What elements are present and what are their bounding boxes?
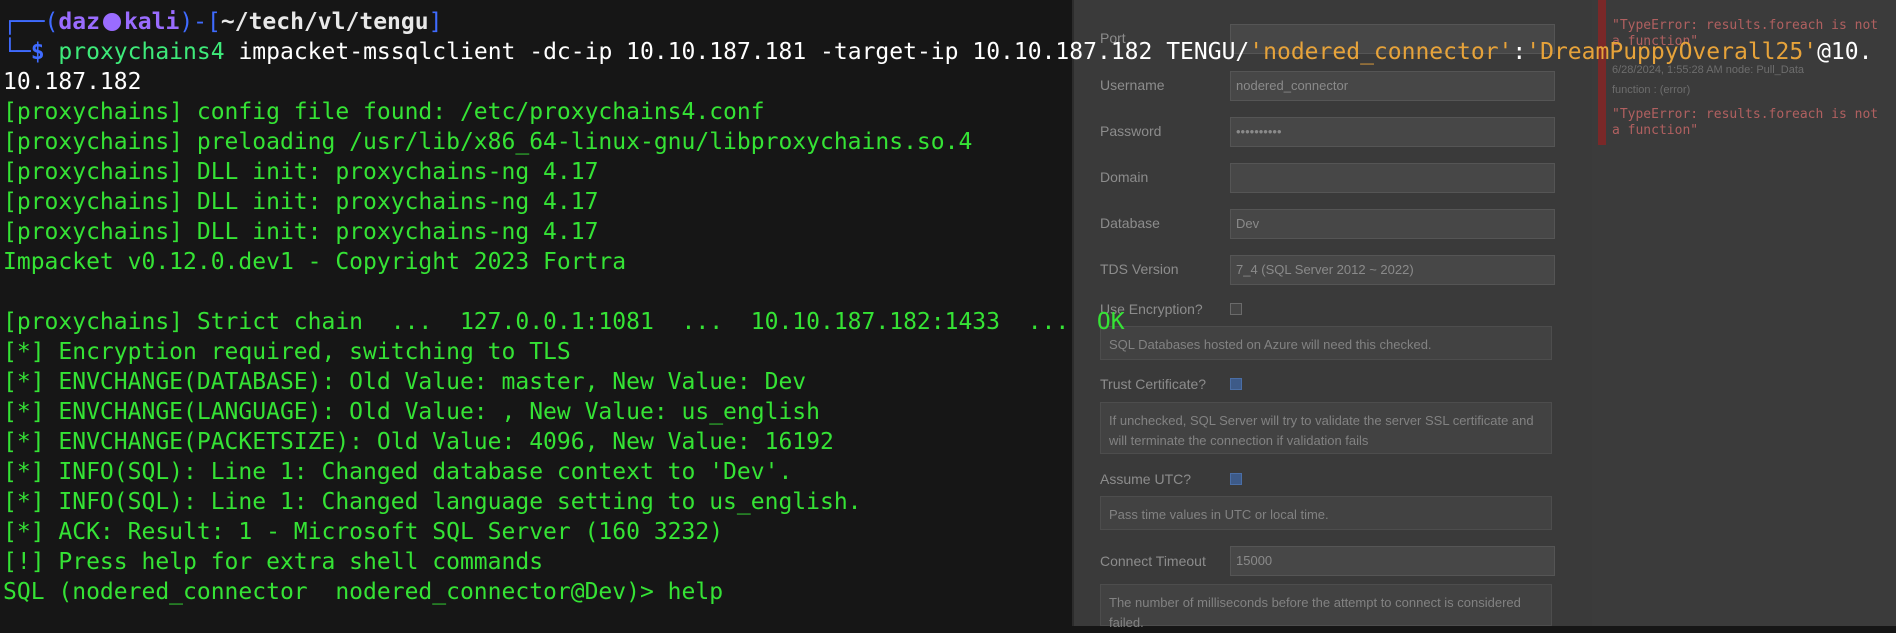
output-line: [*] Encryption required, switching to TL… bbox=[3, 339, 571, 365]
output-line: [*] INFO(SQL): Line 1: Changed language … bbox=[3, 489, 862, 515]
prompt-user: daz bbox=[58, 9, 100, 35]
prompt-path: ~/tech/vl/tengu bbox=[220, 9, 429, 35]
terminal-window[interactable]: ┌──(daz kali)-[~/tech/vl/tengu] └─$ proxy… bbox=[0, 0, 1896, 626]
command-host-tail: @10. bbox=[1817, 39, 1873, 65]
prompt-dollar: $ bbox=[30, 39, 45, 65]
output-line: [*] ENVCHANGE(PACKETSIZE): Old Value: 40… bbox=[3, 429, 834, 455]
output-line: [proxychains] config file found: /etc/pr… bbox=[3, 99, 765, 125]
output-line: [proxychains] DLL init: proxychains-ng 4… bbox=[3, 219, 599, 245]
output-line: [*] ENVCHANGE(DATABASE): Old Value: mast… bbox=[3, 369, 807, 395]
sql-prompt-line[interactable]: SQL (nodered_connector nodered_connector… bbox=[3, 577, 723, 607]
command-args: impacket-mssqlclient -dc-ip 10.10.187.18… bbox=[224, 39, 1250, 65]
prompt-corner-top: ┌──( bbox=[3, 9, 59, 35]
prompt-end: ] bbox=[428, 9, 443, 35]
output-line: [*] ACK: Result: 1 - Microsoft SQL Serve… bbox=[3, 519, 724, 545]
output-line: [proxychains] Strict chain ... 127.0.0.1… bbox=[3, 309, 1125, 335]
command-tool: proxychains4 bbox=[58, 39, 225, 65]
prompt-host: kali bbox=[123, 9, 180, 35]
kali-skull-icon bbox=[102, 13, 121, 31]
command-pass-string: 'DreamPuppyOverall25' bbox=[1526, 39, 1818, 65]
output-line: [!] Press help for extra shell commands bbox=[3, 549, 544, 575]
output-line: [proxychains] DLL init: proxychains-ng 4… bbox=[3, 189, 599, 215]
output-line: Impacket v0.12.0.dev1 - Copyright 2023 F… bbox=[3, 249, 627, 275]
command-colon: : bbox=[1512, 39, 1527, 65]
output-line: [proxychains] preloading /usr/lib/x86_64… bbox=[3, 129, 973, 155]
output-line: [*] ENVCHANGE(LANGUAGE): Old Value: , Ne… bbox=[3, 399, 820, 425]
prompt-line: ┌──(daz kali)-[~/tech/vl/tengu] bbox=[3, 7, 442, 37]
prompt-corner-bottom: └─ bbox=[3, 39, 31, 65]
output-line: [*] INFO(SQL): Line 1: Changed database … bbox=[3, 459, 793, 485]
command-wrap: 10.187.182 bbox=[3, 69, 142, 95]
prompt-mid: )-[ bbox=[179, 9, 221, 35]
output-line: [proxychains] DLL init: proxychains-ng 4… bbox=[3, 159, 599, 185]
command-line: └─$ proxychains4 impacket-mssqlclient -d… bbox=[3, 37, 1872, 67]
command-user-string: 'nodered_connector' bbox=[1249, 39, 1513, 65]
